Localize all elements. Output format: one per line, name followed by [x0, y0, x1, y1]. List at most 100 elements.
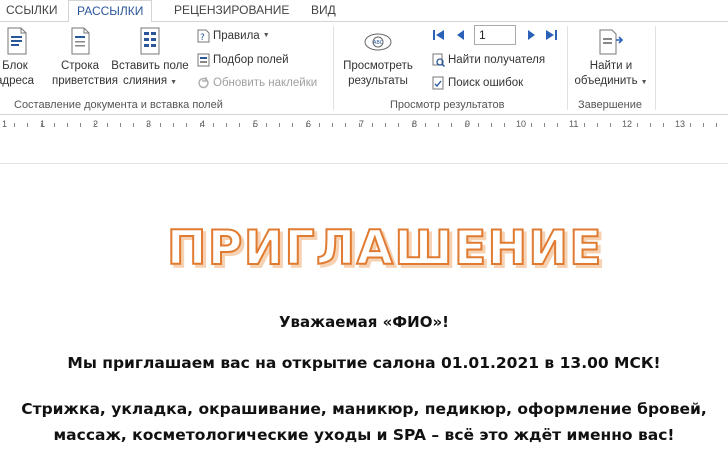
- preview-results-button[interactable]: ABC Просмотреть результаты: [340, 26, 416, 89]
- next-record-icon[interactable]: [524, 28, 538, 42]
- finish-merge-label-2-text: объединить: [574, 75, 638, 87]
- chevron-down-icon: ▼: [170, 79, 178, 86]
- chevron-down-icon: ▼: [640, 79, 648, 86]
- ruler-tick: [491, 123, 492, 127]
- ruler-tick: [504, 123, 505, 127]
- greeting-text: Уважаемая «ФИО»!: [278, 313, 450, 331]
- greeting-line-button[interactable]: Строка приветствия: [52, 26, 118, 89]
- ruler-tick: [703, 123, 704, 127]
- tab-view[interactable]: ВИД: [303, 0, 344, 22]
- greeting-line-icon: [71, 27, 90, 55]
- ruler-tick: [663, 123, 664, 127]
- ruler-tick: [27, 123, 28, 127]
- services-text-line2: массаж, косметологические уходы и SPA – …: [53, 426, 675, 444]
- ruler-tick: [372, 123, 373, 127]
- tab-mailings[interactable]: РАССЫЛКИ: [68, 0, 153, 23]
- preview-results-label-2: результаты: [348, 75, 408, 87]
- last-record-icon[interactable]: [544, 28, 558, 42]
- ruler-tick: [451, 123, 452, 127]
- finish-merge-label-1: Найти и: [589, 60, 633, 72]
- find-recipient-label: Найти получателя: [448, 54, 546, 66]
- group-separator: [567, 26, 568, 110]
- check-errors-label: Поиск ошибок: [448, 77, 524, 89]
- group-label-finish: Завершение: [578, 99, 642, 111]
- ruler-tick: [531, 123, 532, 127]
- record-number-input[interactable]: 1: [474, 25, 516, 45]
- find-recipient-icon: [432, 53, 445, 67]
- tab-references[interactable]: ССЫЛКИ: [0, 0, 65, 22]
- ruler-tick: [186, 123, 187, 127]
- refresh-icon: [198, 77, 209, 89]
- find-recipient-button[interactable]: Найти получателя: [432, 52, 545, 68]
- address-block-label-1: Блок: [2, 60, 28, 72]
- greeting-line-label-2: приветствия: [52, 75, 118, 87]
- insert-field-icon: [140, 27, 160, 55]
- svg-text:ABC: ABC: [373, 40, 384, 46]
- ruler-tick: [319, 123, 320, 127]
- ruler-tick: [266, 123, 267, 127]
- services-text-line1: Стрижка, укладка, окрашивание, маникюр, …: [21, 400, 707, 418]
- ruler-tick: [54, 123, 55, 127]
- ruler-tick: [292, 123, 293, 127]
- address-block-label-2: адреса: [0, 75, 35, 87]
- finish-merge-button[interactable]: Найти и объединить ▼: [573, 26, 649, 90]
- svg-text:?: ?: [200, 33, 205, 43]
- ruler-tick: [200, 123, 201, 127]
- ruler-tick: [716, 123, 717, 127]
- horizontal-ruler[interactable]: 1 1 2 3 4 5 6 7 8 9 10 11 12 13: [0, 116, 728, 134]
- ruler-tick: [147, 123, 148, 127]
- update-labels-button[interactable]: Обновить наклейки: [197, 75, 317, 91]
- ruler-tick: [518, 123, 519, 127]
- ruler-tick: [544, 123, 545, 127]
- finish-merge-icon: [599, 29, 624, 55]
- ruler-tick: [67, 123, 68, 127]
- rules-icon: ?: [197, 29, 210, 43]
- first-record-icon[interactable]: [432, 28, 446, 42]
- ruler-tick: [412, 123, 413, 127]
- ruler-tick: [345, 123, 346, 127]
- ruler-tick: [385, 123, 386, 127]
- ruler-tick: [160, 123, 161, 127]
- ruler-tick: [14, 123, 15, 127]
- ribbon-tabs: ССЫЛКИ РАССЫЛКИ РЕЦЕНЗИРОВАНИЕ ВИД: [0, 0, 728, 23]
- ruler-tick: [465, 123, 466, 127]
- ruler-tick: [213, 123, 214, 127]
- ribbon: Блок адреса Строка приветствия Вставить …: [0, 22, 728, 115]
- rules-button[interactable]: ? Правила ▼: [197, 28, 270, 44]
- ruler-tick: [650, 123, 651, 127]
- ruler-tick: [478, 123, 479, 127]
- ruler-tick: [94, 123, 95, 127]
- ruler-tick: [677, 123, 678, 127]
- page-top-edge: [0, 163, 728, 164]
- ruler-tick: [306, 123, 307, 127]
- ruler-tick: [610, 123, 611, 127]
- ruler-tick: [398, 123, 399, 127]
- ruler-tick: [41, 123, 42, 127]
- title-text: ПРИГЛАШЕНИЕ: [167, 221, 603, 274]
- ruler-tick: [690, 123, 691, 127]
- previous-record-icon[interactable]: [454, 28, 468, 42]
- ruler-tick: [253, 123, 254, 127]
- ruler-tick: [279, 123, 280, 127]
- tab-review[interactable]: РЕЦЕНЗИРОВАНИЕ: [166, 0, 297, 22]
- match-fields-icon: [197, 53, 210, 67]
- insert-field-label-2: слияния ▼: [110, 74, 190, 90]
- insert-merge-field-button[interactable]: Вставить поле слияния ▼: [110, 26, 190, 90]
- insert-field-label-2-text: слияния: [122, 75, 168, 87]
- ruler-tick: [597, 123, 598, 127]
- group-label-compose: Составление документа и вставка полей: [14, 99, 223, 111]
- group-separator: [655, 26, 656, 110]
- preview-results-icon: ABC: [364, 33, 392, 51]
- invitation-title: ПРИГЛАШЕНИЕ ПРИГЛАШЕНИЕ: [166, 220, 605, 274]
- rules-label: Правила: [213, 30, 260, 42]
- ruler-number: 1: [2, 119, 8, 129]
- address-block-button[interactable]: Блок адреса: [0, 26, 34, 89]
- check-errors-button[interactable]: Поиск ошибок: [432, 75, 523, 91]
- ruler-tick: [584, 123, 585, 127]
- chevron-down-icon: ▼: [262, 32, 270, 39]
- update-labels-label: Обновить наклейки: [213, 77, 318, 89]
- ruler-tick: [624, 123, 625, 127]
- match-fields-button[interactable]: Подбор полей: [197, 52, 289, 68]
- group-label-preview: Просмотр результатов: [390, 99, 505, 111]
- ruler-tick: [120, 123, 121, 127]
